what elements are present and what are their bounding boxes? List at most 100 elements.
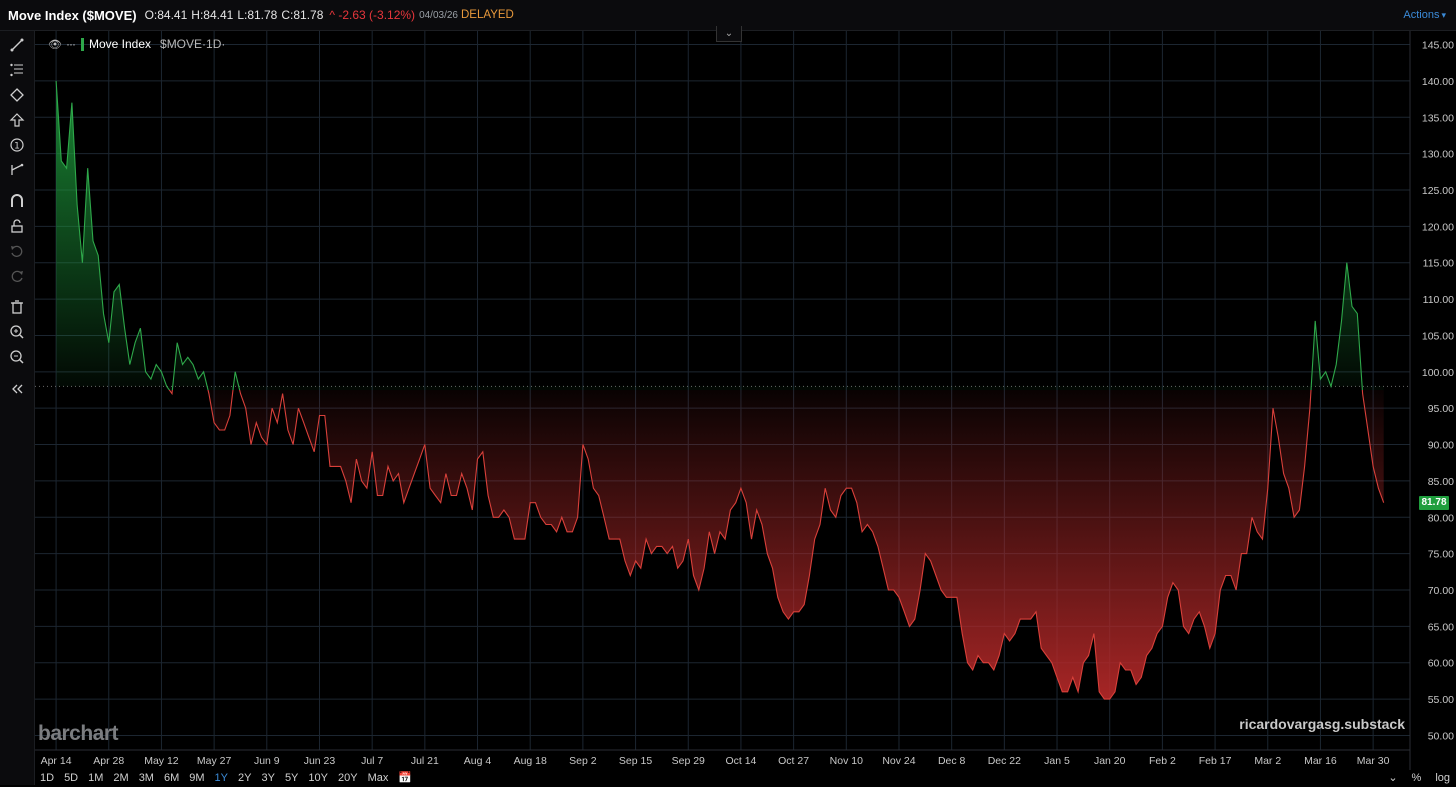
measure-tool[interactable] bbox=[0, 159, 34, 181]
y-tick-label: 120.00 bbox=[1422, 221, 1454, 233]
y-tick-label: 80.00 bbox=[1428, 512, 1454, 524]
log-scale-toggle[interactable]: log bbox=[1435, 770, 1450, 787]
y-tick-label: 75.00 bbox=[1428, 549, 1454, 561]
shapes-tool[interactable] bbox=[0, 84, 34, 106]
x-tick-label: Jan 5 bbox=[1044, 755, 1070, 767]
annotation-tool[interactable]: 1 bbox=[0, 134, 34, 156]
x-tick-label: Mar 30 bbox=[1357, 755, 1390, 767]
lock-tool[interactable] bbox=[0, 215, 34, 237]
x-tick-label: Jul 21 bbox=[411, 755, 439, 767]
x-tick-label: Dec 22 bbox=[988, 755, 1021, 767]
instrument-title: Move Index ($MOVE) bbox=[8, 7, 137, 23]
y-tick-label: 105.00 bbox=[1422, 330, 1454, 342]
actions-label[interactable]: Actions bbox=[1403, 9, 1439, 21]
trend-line-icon bbox=[10, 38, 24, 52]
x-tick-label: Apr 28 bbox=[93, 755, 124, 767]
redo-tool[interactable] bbox=[0, 265, 34, 287]
series-name: Move Index bbox=[88, 37, 152, 51]
eye-icon[interactable]: 👁 bbox=[48, 38, 62, 51]
zoom-out-tool[interactable] bbox=[0, 346, 34, 368]
x-tick-label: Jan 20 bbox=[1094, 755, 1126, 767]
fib-tool[interactable] bbox=[0, 59, 34, 81]
more-options-icon[interactable]: ··· bbox=[66, 37, 76, 51]
arrow-icon bbox=[9, 113, 25, 127]
x-tick-label: Sep 15 bbox=[619, 755, 652, 767]
trash-icon bbox=[11, 300, 23, 314]
undo-tool[interactable] bbox=[0, 240, 34, 262]
range-button-10y[interactable]: 10Y bbox=[308, 770, 328, 785]
range-button-20y[interactable]: 20Y bbox=[338, 770, 358, 785]
range-button-1m[interactable]: 1M bbox=[88, 770, 103, 785]
chevron-down-icon[interactable]: ⌄ bbox=[1388, 770, 1397, 787]
actions-menu[interactable]: Actions ▾ bbox=[1403, 9, 1446, 21]
barchart-logo: barchart bbox=[38, 722, 119, 745]
series-legend[interactable]: 👁 ··· Move Index $MOVE·1D· bbox=[48, 37, 225, 51]
x-tick-label: Dec 8 bbox=[938, 755, 966, 767]
calendar-icon[interactable]: 📅 bbox=[398, 770, 412, 785]
zoom-in-tool[interactable] bbox=[0, 321, 34, 343]
high-value: H:84.41 bbox=[191, 8, 234, 22]
range-button-3m[interactable]: 3M bbox=[139, 770, 154, 785]
x-tick-label: Nov 10 bbox=[830, 755, 863, 767]
range-button-max[interactable]: Max bbox=[368, 770, 389, 785]
percent-scale-toggle[interactable]: % bbox=[1412, 770, 1422, 787]
series-color-swatch bbox=[80, 37, 84, 51]
x-tick-label: Apr 14 bbox=[41, 755, 72, 767]
y-tick-label: 115.00 bbox=[1423, 258, 1454, 270]
range-buttons: 1D 5D 1M 2M 3M 6M 9M 1Y 2Y 3Y 5Y 10Y 20Y Max bbox=[35, 770, 393, 785]
chevron-down-icon: ⌄ bbox=[724, 28, 734, 39]
arrow-tool[interactable] bbox=[0, 109, 34, 131]
magnet-icon bbox=[11, 194, 23, 207]
range-button-9m[interactable]: 9M bbox=[189, 770, 204, 785]
chart-area[interactable]: 50.00 55.00 60.00 65.00 70.00 75.00 80.00 85.00… bbox=[0, 0, 1456, 785]
low-value: L:81.78 bbox=[237, 8, 278, 22]
range-button-2m[interactable]: 2M bbox=[113, 770, 128, 785]
close-value: C:81.78 bbox=[281, 8, 324, 22]
range-button-1d[interactable]: 1D bbox=[40, 770, 54, 785]
x-tick-label: May 12 bbox=[144, 755, 179, 767]
chevron-down-icon: ▾ bbox=[1441, 10, 1446, 20]
y-tick-label: 55.00 bbox=[1428, 694, 1454, 706]
x-tick-label: Feb 17 bbox=[1199, 755, 1232, 767]
y-tick-label: 70.00 bbox=[1428, 585, 1454, 597]
collapse-header-button[interactable]: ⌄ bbox=[716, 26, 742, 42]
range-button-2y[interactable]: 2Y bbox=[238, 770, 251, 785]
measure-icon bbox=[11, 163, 24, 175]
y-tick-label: 110.00 bbox=[1423, 294, 1454, 306]
x-tick-label: Feb 2 bbox=[1149, 755, 1176, 767]
zoom-in-icon bbox=[10, 325, 24, 339]
range-button-3y[interactable]: 3Y bbox=[261, 770, 274, 785]
last-value-badge: 81.78 bbox=[1419, 496, 1449, 510]
y-tick-label: 140.00 bbox=[1422, 76, 1454, 88]
delete-tool[interactable] bbox=[0, 296, 34, 318]
collapse-left-icon bbox=[12, 384, 23, 394]
range-button-5d[interactable]: 5D bbox=[64, 770, 78, 785]
y-tick-label: 90.00 bbox=[1428, 440, 1454, 452]
delayed-status: DELAYED bbox=[461, 9, 514, 21]
trend-line-tool[interactable] bbox=[0, 34, 34, 56]
x-tick-label: Aug 18 bbox=[514, 755, 547, 767]
x-tick-label: Jul 7 bbox=[361, 755, 383, 767]
range-button-5y[interactable]: 5Y bbox=[285, 770, 298, 785]
x-tick-label: Jun 23 bbox=[304, 755, 336, 767]
y-axis-ticks[interactable]: 50.00 55.00 60.00 65.00 70.00 75.00 80.00 85.00… bbox=[1422, 40, 1454, 743]
range-button-6m[interactable]: 6M bbox=[164, 770, 179, 785]
y-tick-label: 60.00 bbox=[1428, 658, 1454, 670]
y-tick-label: 50.00 bbox=[1428, 730, 1454, 742]
collapse-toolbar-button[interactable] bbox=[0, 378, 34, 400]
shapes-icon bbox=[10, 88, 24, 102]
x-tick-label: Jun 9 bbox=[254, 755, 280, 767]
range-button-1y[interactable]: 1Y bbox=[215, 770, 228, 785]
y-tick-label: 135.00 bbox=[1422, 112, 1454, 124]
x-tick-label: Nov 24 bbox=[882, 755, 915, 767]
drawing-toolbar: 1 bbox=[0, 31, 35, 785]
x-axis-ticks[interactable]: Apr 14 Apr 28 May 12 May 27 Jun 9 Jun 23 Jul 7… bbox=[41, 755, 1390, 767]
y-tick-label: 145.00 bbox=[1422, 40, 1454, 52]
open-value: O:84.41 bbox=[144, 8, 188, 22]
lock-icon bbox=[11, 219, 23, 233]
x-tick-label: May 27 bbox=[197, 755, 232, 767]
undo-icon bbox=[11, 245, 23, 257]
x-tick-label: Oct 14 bbox=[725, 755, 756, 767]
magnet-tool[interactable] bbox=[0, 190, 34, 212]
y-tick-label: 130.00 bbox=[1422, 149, 1454, 161]
